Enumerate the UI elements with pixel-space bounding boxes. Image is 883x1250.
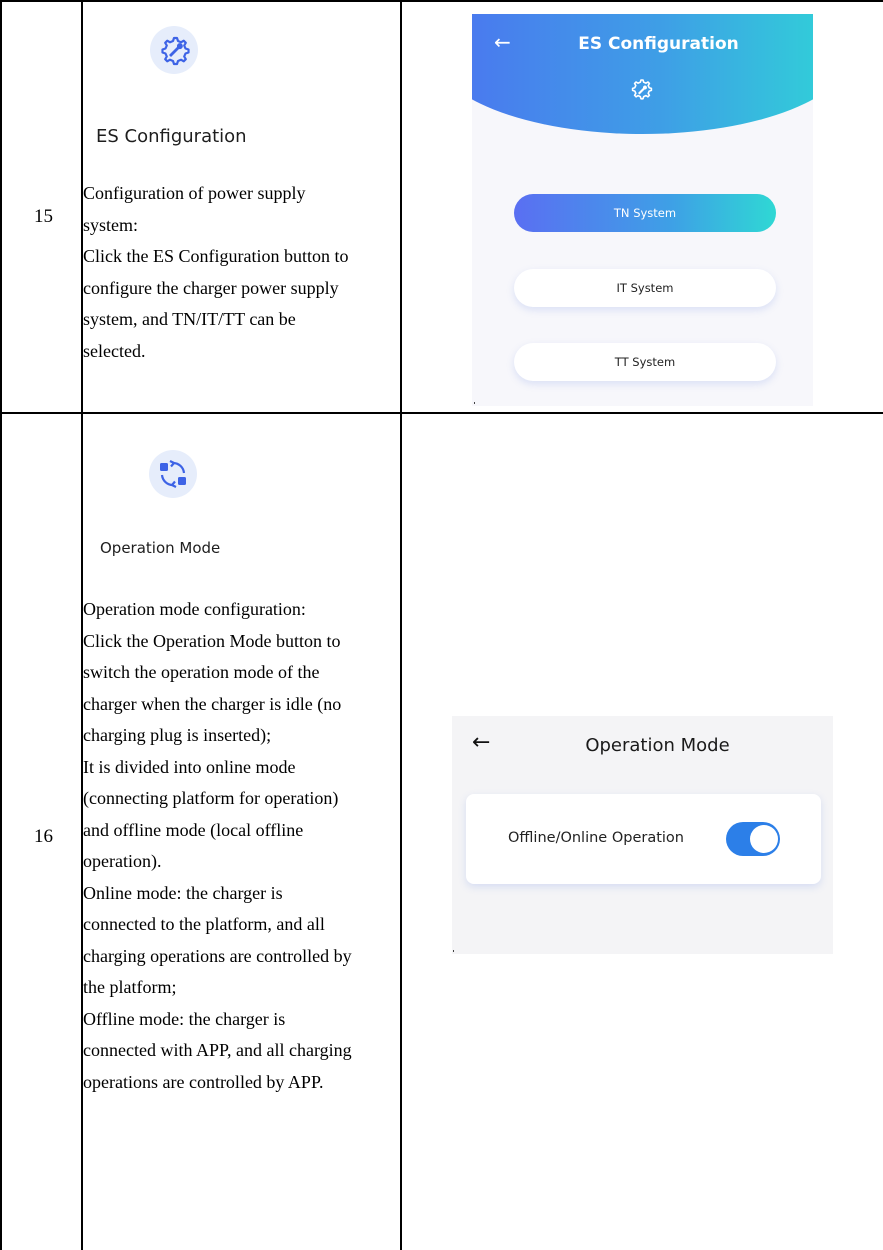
- es-screen-title: ES Configuration: [578, 34, 739, 54]
- gear-wrench-icon: [628, 77, 654, 108]
- description-line: connected to the platform, and all: [83, 914, 325, 934]
- description-line: Click the ES Configuration button to: [83, 246, 349, 266]
- description-line: charger when the charger is idle (no: [83, 693, 342, 714]
- switch-arrows-icon: [149, 450, 197, 498]
- description-line: charging plug is inserted);: [83, 725, 272, 745]
- row-number: 16: [34, 826, 53, 847]
- image-anchor-mark: [453, 950, 454, 952]
- offline-online-operation-label: Offline/Online Operation: [508, 830, 684, 846]
- description-line: and offline mode (local offline: [83, 819, 304, 840]
- feature-title-operation-mode: Operation Mode: [100, 539, 221, 557]
- feature-title-es-configuration: ES Configuration: [96, 126, 247, 147]
- description-line: Offline mode: the charger is: [83, 1008, 286, 1029]
- es-configuration-screen: ← ES Configuration TN System IT System T…: [472, 14, 813, 406]
- description-line: charging operations are controlled by: [83, 945, 352, 966]
- table-border-top: [0, 0, 883, 2]
- description-line: the platform;: [83, 977, 177, 997]
- row-16-description: Operation mode configuration: Click the …: [83, 594, 401, 1098]
- description-line: operations are controlled by APP.: [83, 1071, 324, 1092]
- description-line: system:: [83, 214, 139, 235]
- description-line: Online mode: the charger is: [83, 882, 283, 903]
- description-line: (connecting platform for operation): [83, 788, 339, 808]
- operation-mode-screen-title: Operation Mode: [585, 735, 730, 756]
- toggle-knob: [750, 825, 778, 853]
- it-system-button[interactable]: IT System: [514, 269, 776, 307]
- description-line: Configuration of power supply: [83, 183, 306, 203]
- es-header-gradient: [472, 14, 813, 134]
- description-line: Click the Operation Mode button to: [83, 630, 341, 651]
- tt-system-button[interactable]: TT System: [514, 343, 776, 381]
- row-number: 15: [34, 206, 53, 227]
- description-line: selected.: [83, 340, 146, 361]
- description-line: system, and TN/IT/TT can be: [83, 309, 296, 329]
- description-line: switch the operation mode of the: [83, 662, 320, 682]
- gear-wrench-icon: [150, 26, 198, 74]
- operation-mode-screen: ← Operation Mode Offline/Online Operatio…: [452, 716, 833, 954]
- description-line: connected with APP, and all charging: [83, 1040, 352, 1060]
- image-anchor-mark: [474, 402, 475, 404]
- offline-online-toggle[interactable]: [726, 822, 780, 856]
- table-row-divider: [0, 412, 883, 414]
- description-line: operation).: [83, 851, 162, 871]
- row-15-description: Configuration of power supply system: Cl…: [83, 178, 401, 367]
- description-line: Operation mode configuration:: [83, 599, 306, 619]
- tn-system-button[interactable]: TN System: [514, 194, 776, 232]
- description-line: configure the charger power supply: [83, 277, 339, 298]
- description-line: It is divided into online mode: [83, 756, 296, 777]
- table-border-left: [0, 0, 2, 1250]
- operation-setting-card: Offline/Online Operation: [466, 794, 821, 884]
